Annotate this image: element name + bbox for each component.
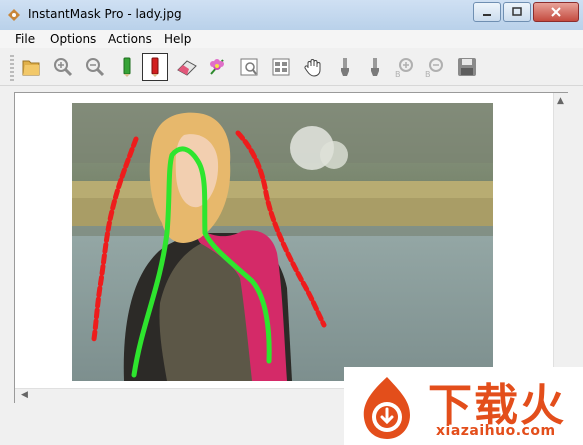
flower-icon[interactable]: [204, 54, 230, 80]
red-pencil-icon[interactable]: [142, 53, 168, 81]
photo-lady[interactable]: [72, 103, 493, 381]
open-folder-icon[interactable]: [18, 54, 44, 80]
menu-bar: File Options Actions Help: [0, 30, 583, 48]
menu-help[interactable]: Help: [164, 32, 191, 46]
toolbar: B B: [0, 49, 583, 86]
zoom-in-icon[interactable]: [50, 54, 76, 80]
window-controls: [473, 2, 579, 22]
zoom-in-b-icon[interactable]: B: [392, 54, 418, 80]
grid-view-icon[interactable]: [268, 54, 294, 80]
brush-icon[interactable]: [332, 54, 358, 80]
zoom-out-icon[interactable]: [82, 54, 108, 80]
green-pencil-icon[interactable]: [114, 54, 140, 80]
watermark-url: xiazaihuo.com: [436, 423, 556, 439]
close-button[interactable]: [533, 2, 579, 22]
svg-text:B: B: [395, 70, 401, 78]
scroll-up-icon[interactable]: ▲: [557, 96, 564, 106]
menu-file[interactable]: File: [15, 32, 35, 46]
zoom-out-b-icon[interactable]: B: [422, 54, 448, 80]
menu-actions[interactable]: Actions: [108, 32, 152, 46]
preview-icon[interactable]: [236, 54, 262, 80]
window-title: InstantMask Pro - lady.jpg: [28, 7, 182, 21]
save-icon[interactable]: [454, 54, 480, 80]
eraser-icon[interactable]: [174, 54, 200, 80]
scroll-left-icon[interactable]: ◀: [21, 390, 28, 400]
title-bar: InstantMask Pro - lady.jpg: [0, 0, 583, 31]
app-icon: [6, 7, 22, 23]
watermark: 下载火 xiazaihuo.com: [344, 367, 583, 445]
svg-text:B: B: [425, 70, 431, 78]
hand-icon[interactable]: [300, 54, 326, 80]
toolbar-grip[interactable]: [10, 55, 14, 81]
menu-options[interactable]: Options: [50, 32, 96, 46]
minimize-button[interactable]: [473, 2, 501, 22]
watermark-logo-icon: [363, 377, 410, 439]
vertical-scrollbar[interactable]: ▲: [553, 93, 568, 389]
brush-2-icon[interactable]: [362, 54, 388, 80]
maximize-button[interactable]: [503, 2, 531, 22]
